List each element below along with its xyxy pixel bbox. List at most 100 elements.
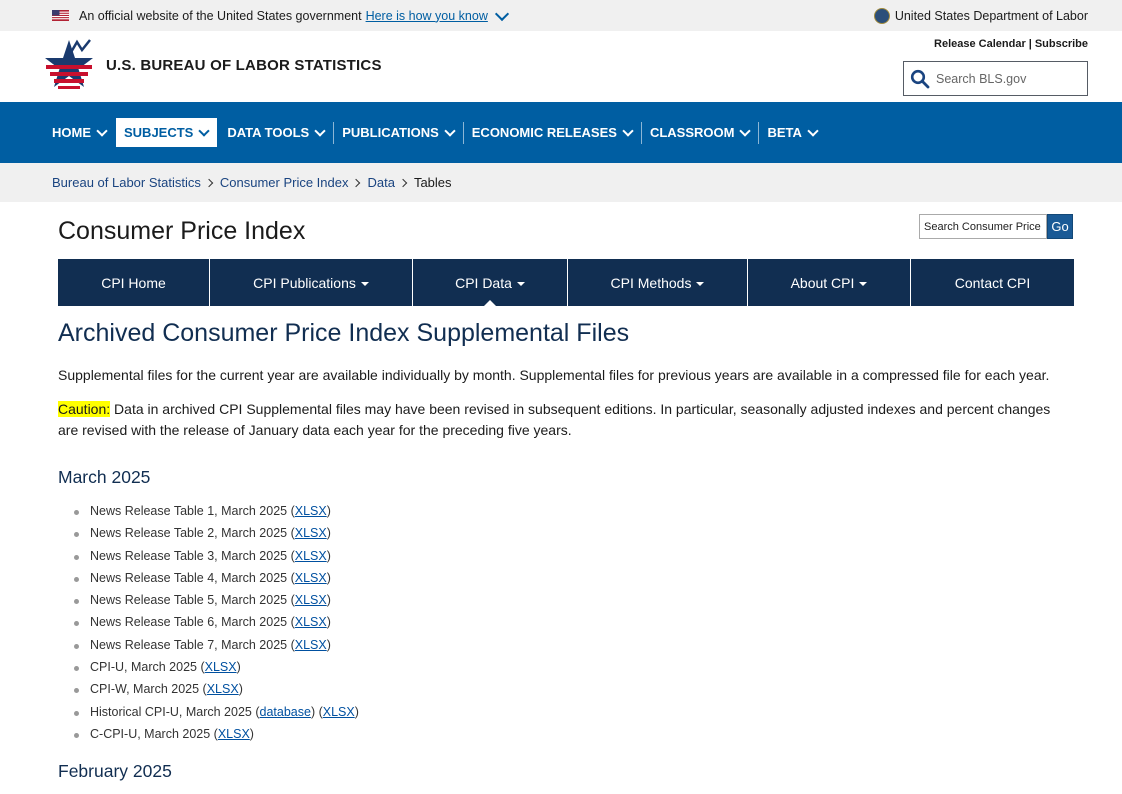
tab-cpi-data[interactable]: CPI Data [413,259,568,306]
main-content: Archived Consumer Price Index Supplement… [58,319,1068,794]
gov-banner: An official website of the United States… [0,0,1122,31]
tab-cpi-publications-label: CPI Publications [253,274,356,291]
nav-subjects[interactable]: SUBJECTS [116,118,218,147]
caution-text: Data in archived CPI Supplemental files … [58,401,1051,438]
nav-economic-releases-label: ECONOMIC RELEASES [471,125,617,140]
database-link[interactable]: database [260,705,311,719]
chevron-down-icon [622,124,634,137]
xlsx-link[interactable]: XLSX [205,660,237,674]
us-flag-icon [52,10,69,21]
tab-cpi-publications[interactable]: CPI Publications [210,259,413,306]
dropdown-caret-icon [696,281,705,286]
utility-links: Release Calendar | Subscribe [934,38,1088,50]
breadcrumb-current: Tables [413,175,452,190]
chevron-down-icon [807,124,819,137]
dol-seal-icon [873,7,890,24]
site-header: U.S. BUREAU OF LABOR STATISTICS Release … [0,31,1122,102]
xlsx-link[interactable]: XLSX [295,504,327,518]
cpi-search-input[interactable] [919,214,1047,239]
tab-cpi-home[interactable]: CPI Home [58,259,210,306]
tab-contact-cpi-label: Contact CPI [954,274,1031,291]
tab-cpi-home-label: CPI Home [101,274,166,291]
breadcrumb-cpi[interactable]: Consumer Price Index [220,175,349,190]
caution-paragraph: Caution: Data in archived CPI Supplement… [58,399,1068,441]
nav-home[interactable]: HOME [44,118,115,147]
tab-about-cpi[interactable]: About CPI [748,259,911,306]
release-calendar-link[interactable]: Release Calendar [934,38,1026,50]
breadcrumb-chevron-icon [398,178,408,187]
xlsx-link[interactable]: XLSX [295,549,327,563]
active-tab-marker [484,300,496,306]
breadcrumb-data[interactable]: Data [367,175,394,190]
xlsx-link[interactable]: XLSX [207,682,239,696]
file-label: CPI-W, March 2025 [90,682,200,697]
file-label: Historical CPI-U, March 2025 [90,704,252,719]
xlsx-link[interactable]: XLSX [295,571,327,585]
go-button[interactable]: Go [1047,214,1073,239]
nav-economic-releases[interactable]: ECONOMIC RELEASES [464,118,641,147]
nav-data-tools[interactable]: DATA TOOLS [219,118,333,147]
chevron-down-icon [96,124,108,137]
chevron-down-icon [314,124,326,137]
nav-beta-label: BETA [767,125,802,140]
list-item: Historical CPI-U, March 2025 (database) … [72,701,1068,723]
site-search-input[interactable] [934,70,1078,87]
nav-data-tools-label: DATA TOOLS [227,125,310,140]
file-label: News Release Table 5, March 2025 [90,593,288,608]
breadcrumb-bls[interactable]: Bureau of Labor Statistics [52,175,201,190]
list-item: News Release Table 3, March 2025 (XLSX) [72,545,1068,567]
tab-cpi-methods-label: CPI Methods [610,274,692,291]
xlsx-link[interactable]: XLSX [295,615,327,629]
nav-publications[interactable]: PUBLICATIONS [334,118,463,147]
chevron-down-icon [444,124,456,137]
chevron-down-icon [198,124,211,137]
file-label: News Release Table 1, March 2025 [90,504,288,518]
xlsx-link[interactable]: XLSX [295,526,327,540]
dropdown-caret-icon [516,281,525,286]
list-item: C-CPI-U, March 2025 (XLSX) [72,723,1068,745]
nav-publications-label: PUBLICATIONS [342,125,439,140]
list-item: News Release Table 5, March 2025 (XLSX) [72,589,1068,611]
tab-about-cpi-label: About CPI [790,274,855,291]
breadcrumb-chevron-icon [204,178,214,187]
xlsx-link[interactable]: XLSX [218,727,250,741]
section-heading-march-2025: March 2025 [58,467,151,487]
intro-paragraph: Supplemental files for the current year … [58,367,1050,383]
list-item: News Release Table 7, March 2025 (XLSX) [72,634,1068,656]
breadcrumb: Bureau of Labor Statistics Consumer Pric… [0,163,1122,202]
xlsx-link[interactable]: XLSX [295,638,327,652]
file-label: News Release Table 3, March 2025 [90,548,288,563]
bls-star-logo[interactable] [44,38,94,94]
list-item: CPI-W, March 2025 (XLSX) [72,678,1068,700]
dropdown-caret-icon [360,281,369,286]
file-label: C-CPI-U, March 2025 [90,726,211,741]
file-label: News Release Table 2, March 2025 [90,526,288,541]
list-item: CPI-U, March 2025 (XLSX) [72,656,1068,678]
nav-home-label: HOME [52,125,91,140]
how-you-know-link[interactable]: Here is how you know [366,9,488,23]
nav-classroom[interactable]: CLASSROOM [642,118,759,147]
tab-contact-cpi[interactable]: Contact CPI [911,259,1074,306]
list-item: News Release Table 1, March 2025 (XLSX) [72,500,1068,522]
xlsx-link[interactable]: XLSX [295,593,327,607]
tab-cpi-data-label: CPI Data [455,274,512,291]
tab-cpi-methods[interactable]: CPI Methods [568,259,748,306]
content-heading: Archived Consumer Price Index Supplement… [58,319,630,347]
list-item: News Release Table 2, March 2025 (XLSX) [72,522,1068,544]
dol-link[interactable]: United States Department of Labor [895,9,1088,23]
nav-classroom-label: CLASSROOM [649,125,735,140]
xlsx-link[interactable]: XLSX [323,705,355,719]
search-icon[interactable] [910,69,930,89]
nav-beta[interactable]: BETA [759,118,825,147]
cpi-subnav: CPI Home CPI Publications CPI Data CPI M… [58,259,1074,306]
march-2025-file-list: News Release Table 1, March 2025 (XLSX) … [58,500,1068,745]
file-label: News Release Table 4, March 2025 [90,570,288,585]
list-item: News Release Table 4, March 2025 (XLSX) [72,567,1068,589]
subscribe-link[interactable]: Subscribe [1035,38,1088,50]
site-search [903,61,1088,96]
caution-label: Caution: [58,401,111,417]
site-title[interactable]: U.S. BUREAU OF LABOR STATISTICS [106,57,382,74]
chevron-down-icon[interactable] [494,6,509,21]
official-website-text: An official website of the United States… [79,8,362,23]
file-label: News Release Table 7, March 2025 [90,637,288,652]
